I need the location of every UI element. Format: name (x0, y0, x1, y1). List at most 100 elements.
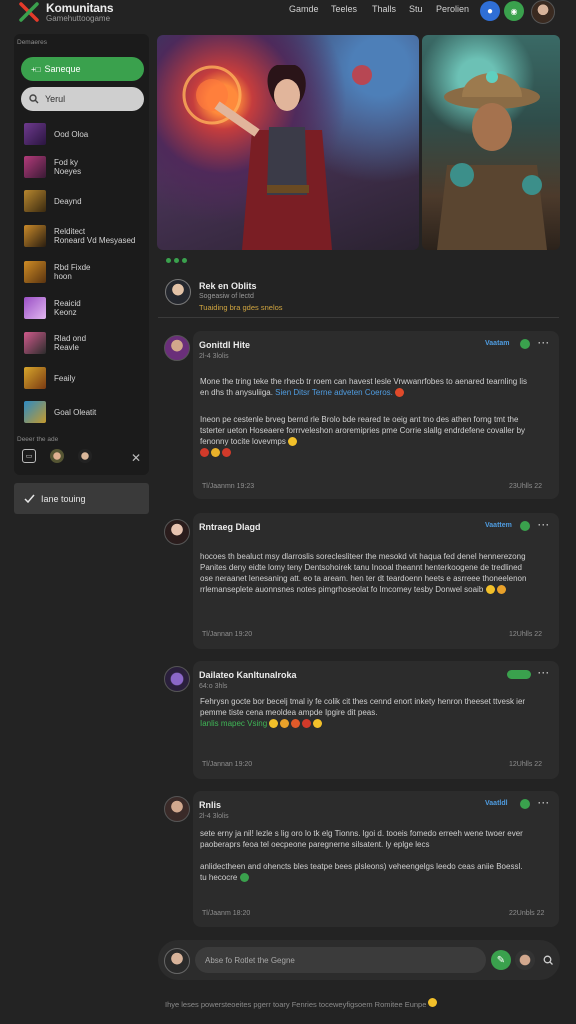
sidebar-game-item[interactable]: Feaily (24, 365, 144, 391)
sidebar-game-item[interactable]: Reaicid Keonz (24, 295, 144, 321)
post-meta: 2l-4 3lolis (199, 353, 229, 360)
friend-avatar-icon[interactable] (78, 449, 92, 463)
post-date: Tl/Jannan 19:20 (202, 761, 253, 768)
reaction-group[interactable] (200, 448, 231, 458)
more-options-icon[interactable]: ··· (538, 338, 550, 348)
emoji-icon (291, 719, 301, 729)
post-author-name[interactable]: Dailateo Kanltunalroka (199, 670, 297, 680)
carousel-dot[interactable] (174, 258, 179, 263)
search-icon (29, 94, 39, 104)
grid-icon[interactable]: ▭ (22, 449, 36, 463)
post-author-name[interactable]: Rnlis (199, 800, 221, 810)
nav-link-teeles[interactable]: Teeles (331, 4, 357, 14)
divider (158, 317, 559, 318)
composer-avatar[interactable] (164, 948, 190, 974)
more-options-icon[interactable]: ··· (538, 520, 550, 530)
post-author-avatar[interactable] (164, 666, 190, 692)
friend-avatar-button[interactable] (515, 950, 535, 970)
hero-image-main[interactable] (157, 35, 419, 250)
sidebar-game-item[interactable]: Ood Oloa (24, 121, 144, 147)
reaction-group[interactable] (485, 585, 506, 595)
reaction-group[interactable] (288, 437, 298, 447)
brand-title[interactable]: Komunitans (46, 1, 114, 15)
plus-icon: +□ (31, 64, 41, 74)
sidebar-section-label: Demaeres (17, 39, 47, 46)
emoji-icon (313, 719, 323, 729)
game-label: Relditect Roneard Vd Mesyased (54, 227, 136, 245)
tag-check-icon (520, 339, 530, 349)
search-icon (543, 955, 553, 965)
hero-character-art (437, 71, 547, 250)
sidebar-search-input[interactable]: Yerul (21, 87, 144, 111)
post-link[interactable]: Sien Ditsr Terne adveten (275, 388, 362, 397)
post-author-avatar[interactable] (164, 519, 190, 545)
tag-check-icon (520, 521, 530, 531)
sidebar-new-button[interactable]: +□ Saneque (21, 57, 144, 81)
post-date: Tl/Jaanm 18:20 (202, 910, 251, 917)
sidebar-game-item[interactable]: Rbd Fixde hoon (24, 259, 144, 285)
sidebar-bottom-icons: ▭ (22, 449, 92, 463)
game-thumbnail (24, 156, 46, 178)
logo-icon[interactable] (18, 1, 40, 23)
sidebar-game-item[interactable]: Relditect Roneard Vd Mesyased (24, 223, 144, 249)
user-avatar[interactable] (531, 0, 555, 24)
send-button[interactable]: ✎ (491, 950, 511, 970)
post-tag[interactable]: Vaatam (485, 340, 510, 347)
bell-icon: ● (486, 5, 494, 17)
close-icon[interactable]: ✕ (131, 451, 141, 465)
page-avatar[interactable] (165, 279, 191, 305)
tag-check-icon (520, 799, 530, 809)
reaction-group[interactable] (239, 873, 249, 883)
emoji-icon (222, 448, 231, 458)
sidebar-game-item[interactable]: Rlad ond Reavle (24, 330, 144, 356)
carousel-indicator[interactable] (166, 258, 187, 263)
post-highlight[interactable]: Ianlis mapec Vsing (200, 719, 267, 728)
emoji-icon (288, 437, 298, 447)
page-tagline: Tuaiding bra gdes snelos (199, 303, 283, 312)
notifications-button[interactable]: ● (480, 1, 500, 21)
search-button[interactable] (538, 950, 558, 970)
post-author-avatar[interactable] (164, 335, 190, 361)
more-options-icon[interactable]: ··· (538, 798, 550, 808)
trending-button[interactable]: Iane touing (14, 483, 149, 514)
post-body-paragraph: hocoes th bealuct msy dlarroslis sorecle… (200, 551, 530, 595)
sidebar-game-item[interactable]: Deaynd (24, 188, 144, 214)
post-author-avatar[interactable] (164, 796, 190, 822)
chat-icon: ◉ (510, 6, 518, 16)
post-text: Ineon pe cestenle brveg bernd rle Brolo … (200, 415, 526, 446)
post-meta: 2l-4 3lolis (199, 813, 229, 820)
comment-input[interactable]: Abse fo Rotlet the Gegne (195, 947, 486, 973)
reaction-group[interactable] (395, 388, 405, 398)
sidebar-new-button-label: Saneque (44, 64, 81, 74)
messages-button[interactable]: ◉ (504, 1, 524, 21)
post-tag[interactable]: Vaatldl (485, 800, 508, 807)
hero-image-secondary[interactable] (422, 35, 560, 250)
check-icon (24, 494, 35, 503)
footer-text: Ihye leses powersteoeites pgerr toary Fe… (165, 998, 438, 1009)
post-tag[interactable]: Vaattem (485, 522, 512, 529)
carousel-dot[interactable] (182, 258, 187, 263)
post-date-right: 23Uhlls 22 (509, 483, 543, 490)
game-label: Rlad ond Reavle (54, 334, 87, 352)
more-options-icon[interactable]: ··· (538, 668, 550, 678)
game-label: Fod ky Noeyes (54, 158, 82, 176)
status-badge[interactable] (507, 670, 531, 679)
search-placeholder: Yerul (45, 94, 66, 104)
sidebar-game-item[interactable]: Goal Oleatit (24, 399, 144, 425)
emoji-icon (302, 719, 312, 729)
reaction-group[interactable] (269, 719, 323, 729)
sidebar-game-item[interactable]: Fod ky Noeyes (24, 154, 144, 180)
nav-link-perolien[interactable]: Perolien (436, 4, 469, 14)
post-author-name[interactable]: Rntraeg Dlagd (199, 522, 261, 532)
post-link-suffix[interactable]: Coeros. (363, 388, 393, 397)
nav-link-stu[interactable]: Stu (409, 4, 423, 14)
post-author-name[interactable]: Gonitdl Hite (199, 340, 250, 350)
carousel-dot[interactable] (166, 258, 171, 263)
nav-link-gamde[interactable]: Gamde (289, 4, 319, 14)
post-meta: 64:o 3hls (199, 683, 228, 690)
game-label: Ood Oloa (54, 129, 89, 139)
game-thumbnail (24, 261, 46, 283)
footer-label: Ihye leses powersteoeites pgerr toary Fe… (165, 1000, 427, 1009)
friend-avatar-icon[interactable] (50, 449, 64, 463)
nav-link-thalls[interactable]: Thalls (372, 4, 396, 14)
